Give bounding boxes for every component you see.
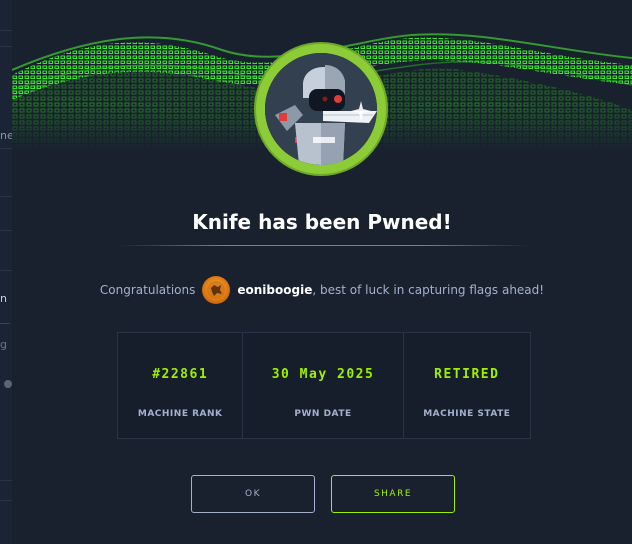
robot-icon bbox=[265, 53, 377, 165]
bg-divider bbox=[0, 148, 12, 149]
congrats-prefix: Congratulations bbox=[99, 283, 196, 297]
background-page: ne n g bbox=[0, 0, 14, 544]
bg-divider bbox=[0, 30, 12, 31]
bg-divider bbox=[0, 230, 12, 231]
stat-label: PWN DATE bbox=[294, 409, 352, 419]
bg-input-border bbox=[0, 323, 10, 324]
bg-divider bbox=[0, 196, 12, 197]
title-divider bbox=[118, 245, 530, 246]
bg-divider bbox=[0, 500, 12, 501]
stat-label: MACHINE RANK bbox=[137, 409, 223, 419]
stat-label: MACHINE STATE bbox=[423, 409, 511, 419]
bg-divider bbox=[0, 480, 12, 481]
page: ne n g Knife has been Pwned! Congratulat… bbox=[0, 0, 632, 544]
stat-value: 30 May 2025 bbox=[271, 367, 375, 382]
congrats-message: Congratulations eoniboogie , best of luc… bbox=[12, 276, 632, 304]
user-avatar[interactable] bbox=[202, 276, 231, 304]
pwned-modal: Knife has been Pwned! Congratulations eo… bbox=[12, 0, 632, 544]
machine-avatar bbox=[256, 44, 386, 174]
bg-input-placeholder: g bbox=[0, 338, 7, 351]
stat-value: #22861 bbox=[152, 367, 209, 382]
ok-button[interactable]: OK bbox=[191, 475, 315, 513]
bg-slider-knob bbox=[4, 380, 12, 388]
stat-value: RETIRED bbox=[434, 367, 500, 382]
page-title: Knife has been Pwned! bbox=[192, 210, 452, 234]
bg-divider bbox=[0, 46, 12, 47]
stat-machine-rank: #22861 MACHINE RANK bbox=[118, 333, 244, 438]
share-button[interactable]: SHARE bbox=[331, 475, 455, 513]
stats-panel: #22861 MACHINE RANK 30 May 2025 PWN DATE… bbox=[117, 332, 531, 439]
stat-machine-state: RETIRED MACHINE STATE bbox=[404, 333, 530, 438]
stat-pwn-date: 30 May 2025 PWN DATE bbox=[243, 333, 404, 438]
congrats-suffix: , best of luck in capturing flags ahead! bbox=[312, 283, 545, 297]
username-link[interactable]: eoniboogie bbox=[237, 283, 312, 297]
bg-partial-text: n bbox=[0, 292, 7, 305]
bg-divider bbox=[0, 270, 12, 271]
